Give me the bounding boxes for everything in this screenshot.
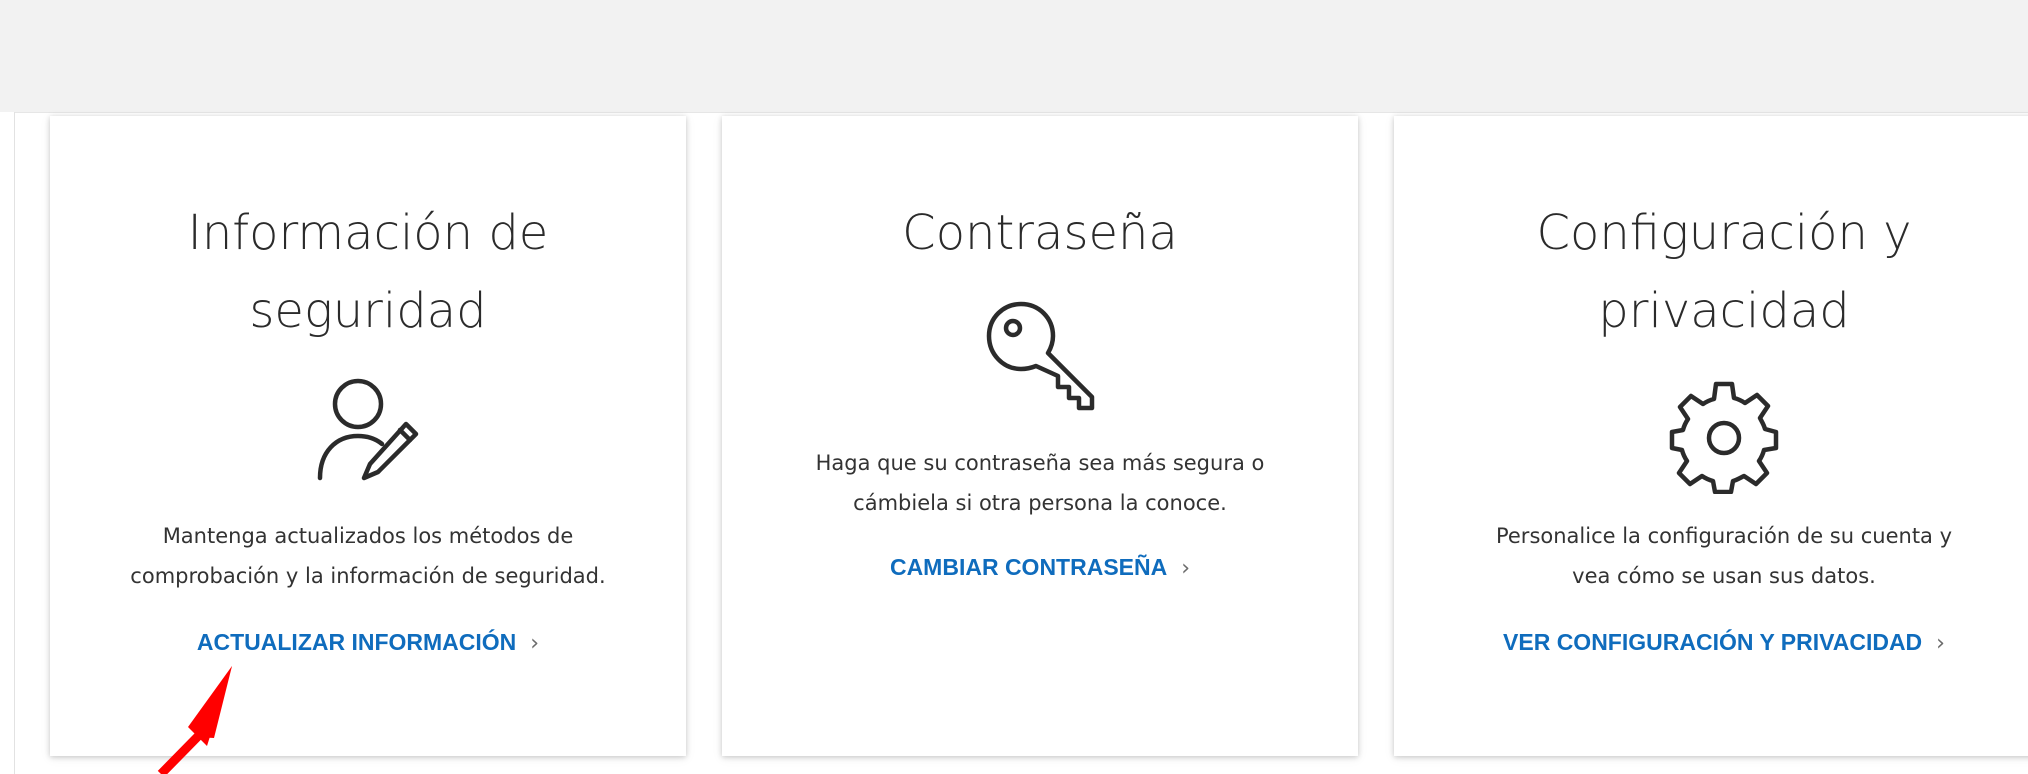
card-description-line: Personalice la configuración de su cuent… [1495,524,1953,548]
key-icon [722,288,1358,422]
chevron-right-icon: › [1181,556,1191,581]
card-description: Haga que su contraseña sea más segura o … [722,443,1358,523]
update-info-link[interactable]: ACTUALIZAR INFORMACIÓN › [50,629,686,656]
card-title-line: Configuración y [1536,205,1912,261]
card-description-line: Haga que su contraseña sea más segura o [815,451,1265,475]
card-description: Mantenga actualizados los métodos de com… [50,516,686,596]
card-description-line: Mantenga actualizados los métodos de [162,524,574,548]
chevron-right-icon: › [530,631,540,656]
view-settings-privacy-link[interactable]: VER CONFIGURACIÓN Y PRIVACIDAD › [1394,629,2028,656]
security-info-card: Información de seguridad Mantenga actual… [50,116,686,756]
user-edit-icon [50,374,686,498]
card-description-line: cámbiela si otra persona la conoce. [853,491,1227,515]
card-description-line: comprobación y la información de segurid… [130,564,606,588]
link-label[interactable]: ACTUALIZAR INFORMACIÓN [197,629,516,655]
chevron-right-icon: › [1936,631,1945,656]
gear-icon [1394,374,2028,498]
card-title-line: seguridad [249,283,487,339]
top-band [0,0,2028,113]
password-card: Contraseña Haga que su contraseña sea má… [722,116,1358,756]
card-title-line: privacidad [1598,283,1850,339]
card-title: Configuración y privacidad [1394,194,2028,350]
card-title-line: Información de [187,205,549,261]
card-title: Contraseña [722,194,1358,272]
card-description: Personalice la configuración de su cuent… [1394,516,2028,596]
left-panel-edge [0,112,15,774]
change-password-link[interactable]: CAMBIAR CONTRASEÑA › [722,554,1358,581]
card-title: Información de seguridad [50,194,686,350]
link-label[interactable]: CAMBIAR CONTRASEÑA [890,554,1167,580]
card-title-line: Contraseña [902,205,1178,261]
link-label[interactable]: VER CONFIGURACIÓN Y PRIVACIDAD [1503,629,1922,655]
settings-privacy-card: Configuración y privacidad Personalice l… [1394,116,2028,756]
card-description-line: vea cómo se usan sus datos. [1572,564,1876,588]
